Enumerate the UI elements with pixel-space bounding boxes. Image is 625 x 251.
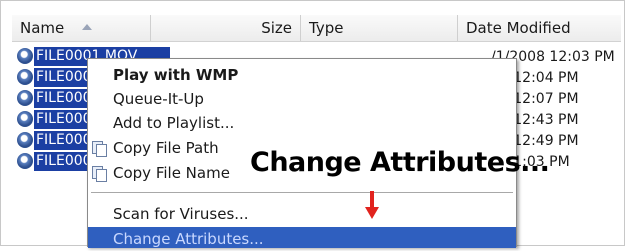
column-date-header[interactable]: Date Modified: [458, 15, 621, 41]
media-file-icon: [17, 69, 33, 85]
column-type-label: Type: [309, 19, 344, 37]
menu-item-scan-for-viruses[interactable]: Scan for Viruses...: [88, 202, 516, 226]
media-file-icon: [17, 111, 33, 127]
menu-item-label: Copy File Name: [113, 164, 230, 182]
column-size-header[interactable]: Size: [151, 15, 301, 41]
menu-separator: [91, 192, 513, 194]
menu-item-label: Scan for Viruses...: [113, 205, 249, 223]
copy-icon: [92, 141, 107, 157]
annotation-callout: Change Attributes...: [250, 147, 550, 178]
menu-item-play-with-wmp[interactable]: Play with WMP: [88, 63, 516, 87]
column-type-header[interactable]: Type: [301, 15, 458, 41]
sort-ascending-icon: [82, 24, 92, 30]
menu-item-label: Change Attributes...: [113, 230, 264, 248]
media-file-icon: [17, 90, 33, 106]
menu-item-label: Add to Playlist...: [113, 114, 235, 132]
menu-item-change-attributes[interactable]: Change Attributes...: [88, 227, 516, 248]
file-list-window: Name Size Type Date Modified FILE0001.MO…: [0, 0, 625, 248]
column-date-label: Date Modified: [466, 19, 571, 37]
media-file-icon: [17, 48, 33, 64]
menu-item-label: Play with WMP: [113, 66, 239, 84]
column-name-label: Name: [20, 19, 65, 37]
red-down-arrow-icon: [365, 191, 379, 221]
menu-item-add-to-playlist[interactable]: Add to Playlist...: [88, 111, 516, 135]
media-file-icon: [17, 132, 33, 148]
menu-item-queue-it-up[interactable]: Queue-It-Up: [88, 87, 516, 111]
media-file-icon: [17, 153, 33, 169]
column-name-header[interactable]: Name: [12, 15, 151, 41]
copy-icon: [92, 166, 107, 182]
column-header: Name Size Type Date Modified: [12, 15, 621, 42]
column-size-label: Size: [261, 19, 292, 37]
menu-item-label: Queue-It-Up: [113, 90, 204, 108]
menu-item-label: Copy File Path: [113, 139, 219, 157]
